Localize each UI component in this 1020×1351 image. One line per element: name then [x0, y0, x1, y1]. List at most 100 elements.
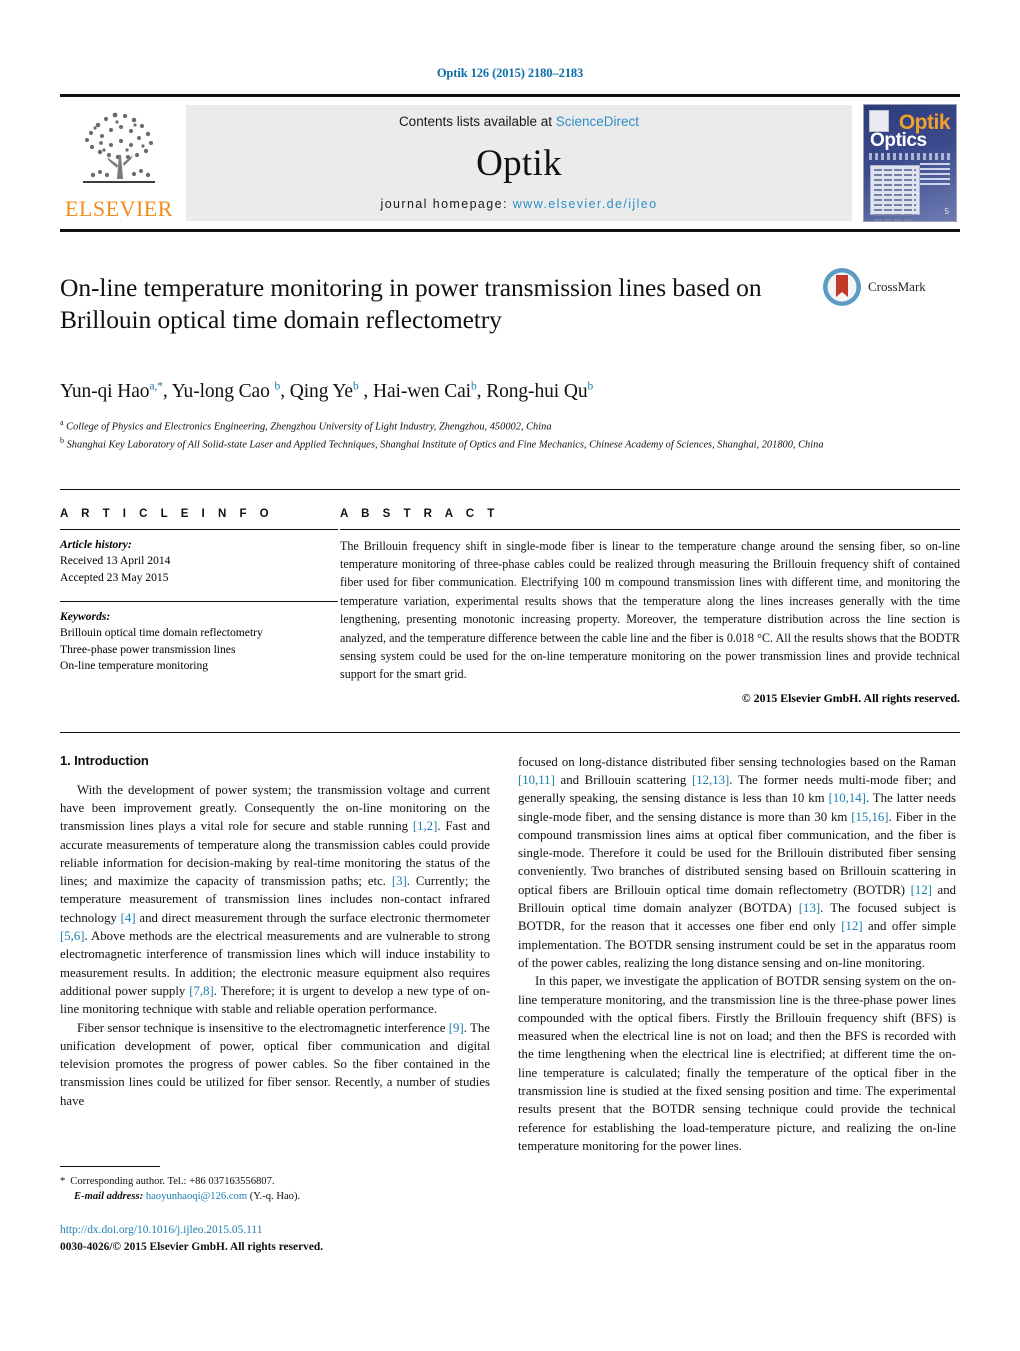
article-history-received: Received 13 April 2014: [60, 554, 171, 568]
citation-ref[interactable]: [5,6]: [60, 929, 85, 943]
footnote-block: * Corresponding author. Tel.: +86 0371635…: [60, 1166, 490, 1205]
abstract-copyright: © 2015 Elsevier GmbH. All rights reserve…: [741, 690, 960, 705]
author-marks: b: [274, 380, 281, 392]
keywords-label: Keywords:: [60, 610, 111, 624]
article-history: Article history: Received 13 April 2014 …: [60, 530, 338, 586]
article-history-accepted: Accepted 23 May 2015: [60, 570, 169, 584]
issn-copyright-line: 0030-4026/© 2015 Elsevier GmbH. All righ…: [60, 1240, 324, 1253]
article-info-heading: A R T I C L E I N F O: [60, 507, 274, 520]
citation-ref[interactable]: [4]: [121, 911, 136, 925]
keyword-item: Brillouin optical time domain reflectome…: [60, 626, 263, 640]
paragraph: With the development of power system; th…: [60, 782, 490, 1017]
paper-page: Optik 126 (2015) 2180–2183 ELSEVIER Cont…: [0, 0, 1020, 1351]
body-columns: 1. Introduction With the development of …: [60, 753, 960, 1156]
journal-title: Optik: [476, 142, 562, 184]
affiliation-item: b Shanghai Key Laboratory of All Solid-s…: [60, 435, 960, 453]
abstract-column: A B S T R A C T The Brillouin frequency …: [338, 508, 960, 706]
author-marks: b: [353, 380, 359, 392]
citation-ref[interactable]: [3]: [392, 874, 407, 888]
affiliation-mark: a: [60, 417, 64, 427]
paragraph: Fiber sensor technique is insensitive to…: [60, 1020, 490, 1108]
keywords-group: Keywords: Brillouin optical time domain …: [60, 602, 338, 679]
keyword-item: Three-phase power transmission lines: [60, 642, 236, 656]
crossmark-icon: [823, 268, 861, 306]
author-name: Hai-wen Cai: [372, 380, 471, 402]
author-name: Rong-hui Qu: [486, 380, 588, 402]
bottom-metadata: http://dx.doi.org/10.1016/j.ijleo.2015.0…: [60, 1222, 560, 1255]
journal-homepage-link[interactable]: www.elsevier.de/ijleo: [513, 197, 658, 211]
masthead-center: Contents lists available at ScienceDirec…: [186, 105, 852, 221]
footnote-rule: [60, 1166, 160, 1167]
author-item: Hai-wen Caib: [372, 380, 477, 402]
cover-subtitle-rule: [869, 153, 951, 160]
elsevier-wordmark: ELSEVIER: [65, 196, 173, 221]
paragraph: In this paper, we investigate the applic…: [518, 974, 956, 1153]
citation-ref[interactable]: [13]: [799, 901, 820, 915]
abstract-text: The Brillouin frequency shift in single-…: [340, 538, 960, 682]
body-column-left: 1. Introduction With the development of …: [60, 753, 490, 1156]
journal-masthead: ELSEVIER Contents lists available at Sci…: [60, 94, 960, 232]
corresponding-text: Corresponding author. Tel.: +86 03716355…: [70, 1176, 275, 1187]
corresponding-star: *: [60, 1176, 66, 1187]
author-name: Qing Ye: [289, 380, 353, 402]
page-title: On-line temperature monitoring in power …: [60, 273, 762, 335]
affiliation-mark: b: [60, 435, 64, 445]
citation-ref[interactable]: [9]: [449, 1021, 464, 1035]
sciencedirect-link[interactable]: ScienceDirect: [556, 114, 639, 129]
cover-elsevier-mark: [869, 110, 889, 132]
affiliation-list: a College of Physics and Electronics Eng…: [60, 417, 960, 453]
cover-contents-panel: [870, 165, 920, 221]
author-item: Yu-long Cao b: [171, 380, 281, 402]
author-list: Yun-qi Haoa,*, Yu-long Cao b, Qing Yeb ,…: [60, 380, 594, 402]
section-heading-introduction: 1. Introduction: [60, 752, 149, 768]
info-abstract-row: A R T I C L E I N F O Article history: R…: [60, 488, 960, 706]
affiliation-text: College of Physics and Electronics Engin…: [66, 420, 552, 432]
journal-homepage-line: journal homepage: www.elsevier.de/ijleo: [381, 197, 658, 211]
affiliation-item: a College of Physics and Electronics Eng…: [60, 417, 960, 435]
journal-cover-image: Optik Optics 5: [863, 104, 957, 222]
citation-ref[interactable]: [10,14]: [829, 791, 866, 805]
body-column-right: focused on long-distance distributed fib…: [518, 753, 956, 1156]
elsevier-tree-icon: [83, 112, 155, 183]
email-suffix: (Y.-q. Hao).: [249, 1191, 301, 1203]
citation-ref[interactable]: [12]: [911, 883, 932, 897]
contents-available-line: Contents lists available at ScienceDirec…: [399, 114, 639, 129]
contents-prefix: Contents lists available at: [398, 114, 556, 129]
body-divider: [60, 731, 960, 733]
running-head: Optik 126 (2015) 2180–2183: [436, 66, 584, 80]
abstract-heading: A B S T R A C T: [340, 507, 500, 520]
article-history-label: Article history:: [60, 537, 132, 551]
citation-ref[interactable]: [7,8]: [189, 984, 214, 998]
title-block: On-line temperature monitoring in power …: [60, 268, 960, 358]
cover-issue-mark: 5: [944, 207, 949, 216]
affiliation-text: Shanghai Key Laboratory of All Solid-sta…: [66, 439, 824, 451]
crossmark-badge[interactable]: CrossMark: [822, 266, 960, 308]
author-name: Yu-long Cao: [171, 380, 270, 402]
author-marks: a,*: [149, 380, 163, 392]
author-name: Yun-qi Hao: [60, 380, 150, 402]
cover-side-text: [920, 163, 950, 185]
cover-title-optics: Optics: [870, 130, 927, 151]
crossmark-label: CrossMark: [868, 279, 926, 294]
citation-ref[interactable]: [12,13]: [692, 773, 729, 787]
author-marks: b: [470, 380, 477, 392]
author-item: Rong-hui Qub: [486, 380, 594, 402]
email-link[interactable]: haoyunhaoqi@126.com: [146, 1191, 247, 1202]
keyword-item: On-line temperature monitoring: [60, 659, 209, 673]
doi-link[interactable]: http://dx.doi.org/10.1016/j.ijleo.2015.0…: [60, 1222, 560, 1239]
paragraph: focused on long-distance distributed fib…: [518, 754, 957, 970]
author-marks: b: [587, 380, 594, 392]
article-info-column: A R T I C L E I N F O Article history: R…: [60, 508, 338, 706]
author-item: Qing Yeb: [289, 380, 359, 402]
citation-ref[interactable]: [10,11]: [518, 773, 555, 787]
elsevier-logo: ELSEVIER: [60, 105, 178, 221]
email-label: E-mail address:: [74, 1191, 144, 1203]
author-item: Yun-qi Haoa,*: [60, 380, 163, 402]
citation-ref[interactable]: [15,16]: [851, 810, 888, 824]
corresponding-author-note: * Corresponding author. Tel.: +86 0371635…: [60, 1174, 490, 1189]
journal-cover-thumbnail[interactable]: Optik Optics 5: [860, 104, 960, 222]
homepage-prefix: journal homepage:: [380, 197, 513, 211]
citation-ref[interactable]: [12]: [841, 919, 862, 933]
citation-ref[interactable]: [1,2]: [413, 819, 438, 833]
email-note: E-mail address: haoyunhaoqi@126.com (Y.-…: [60, 1189, 490, 1204]
